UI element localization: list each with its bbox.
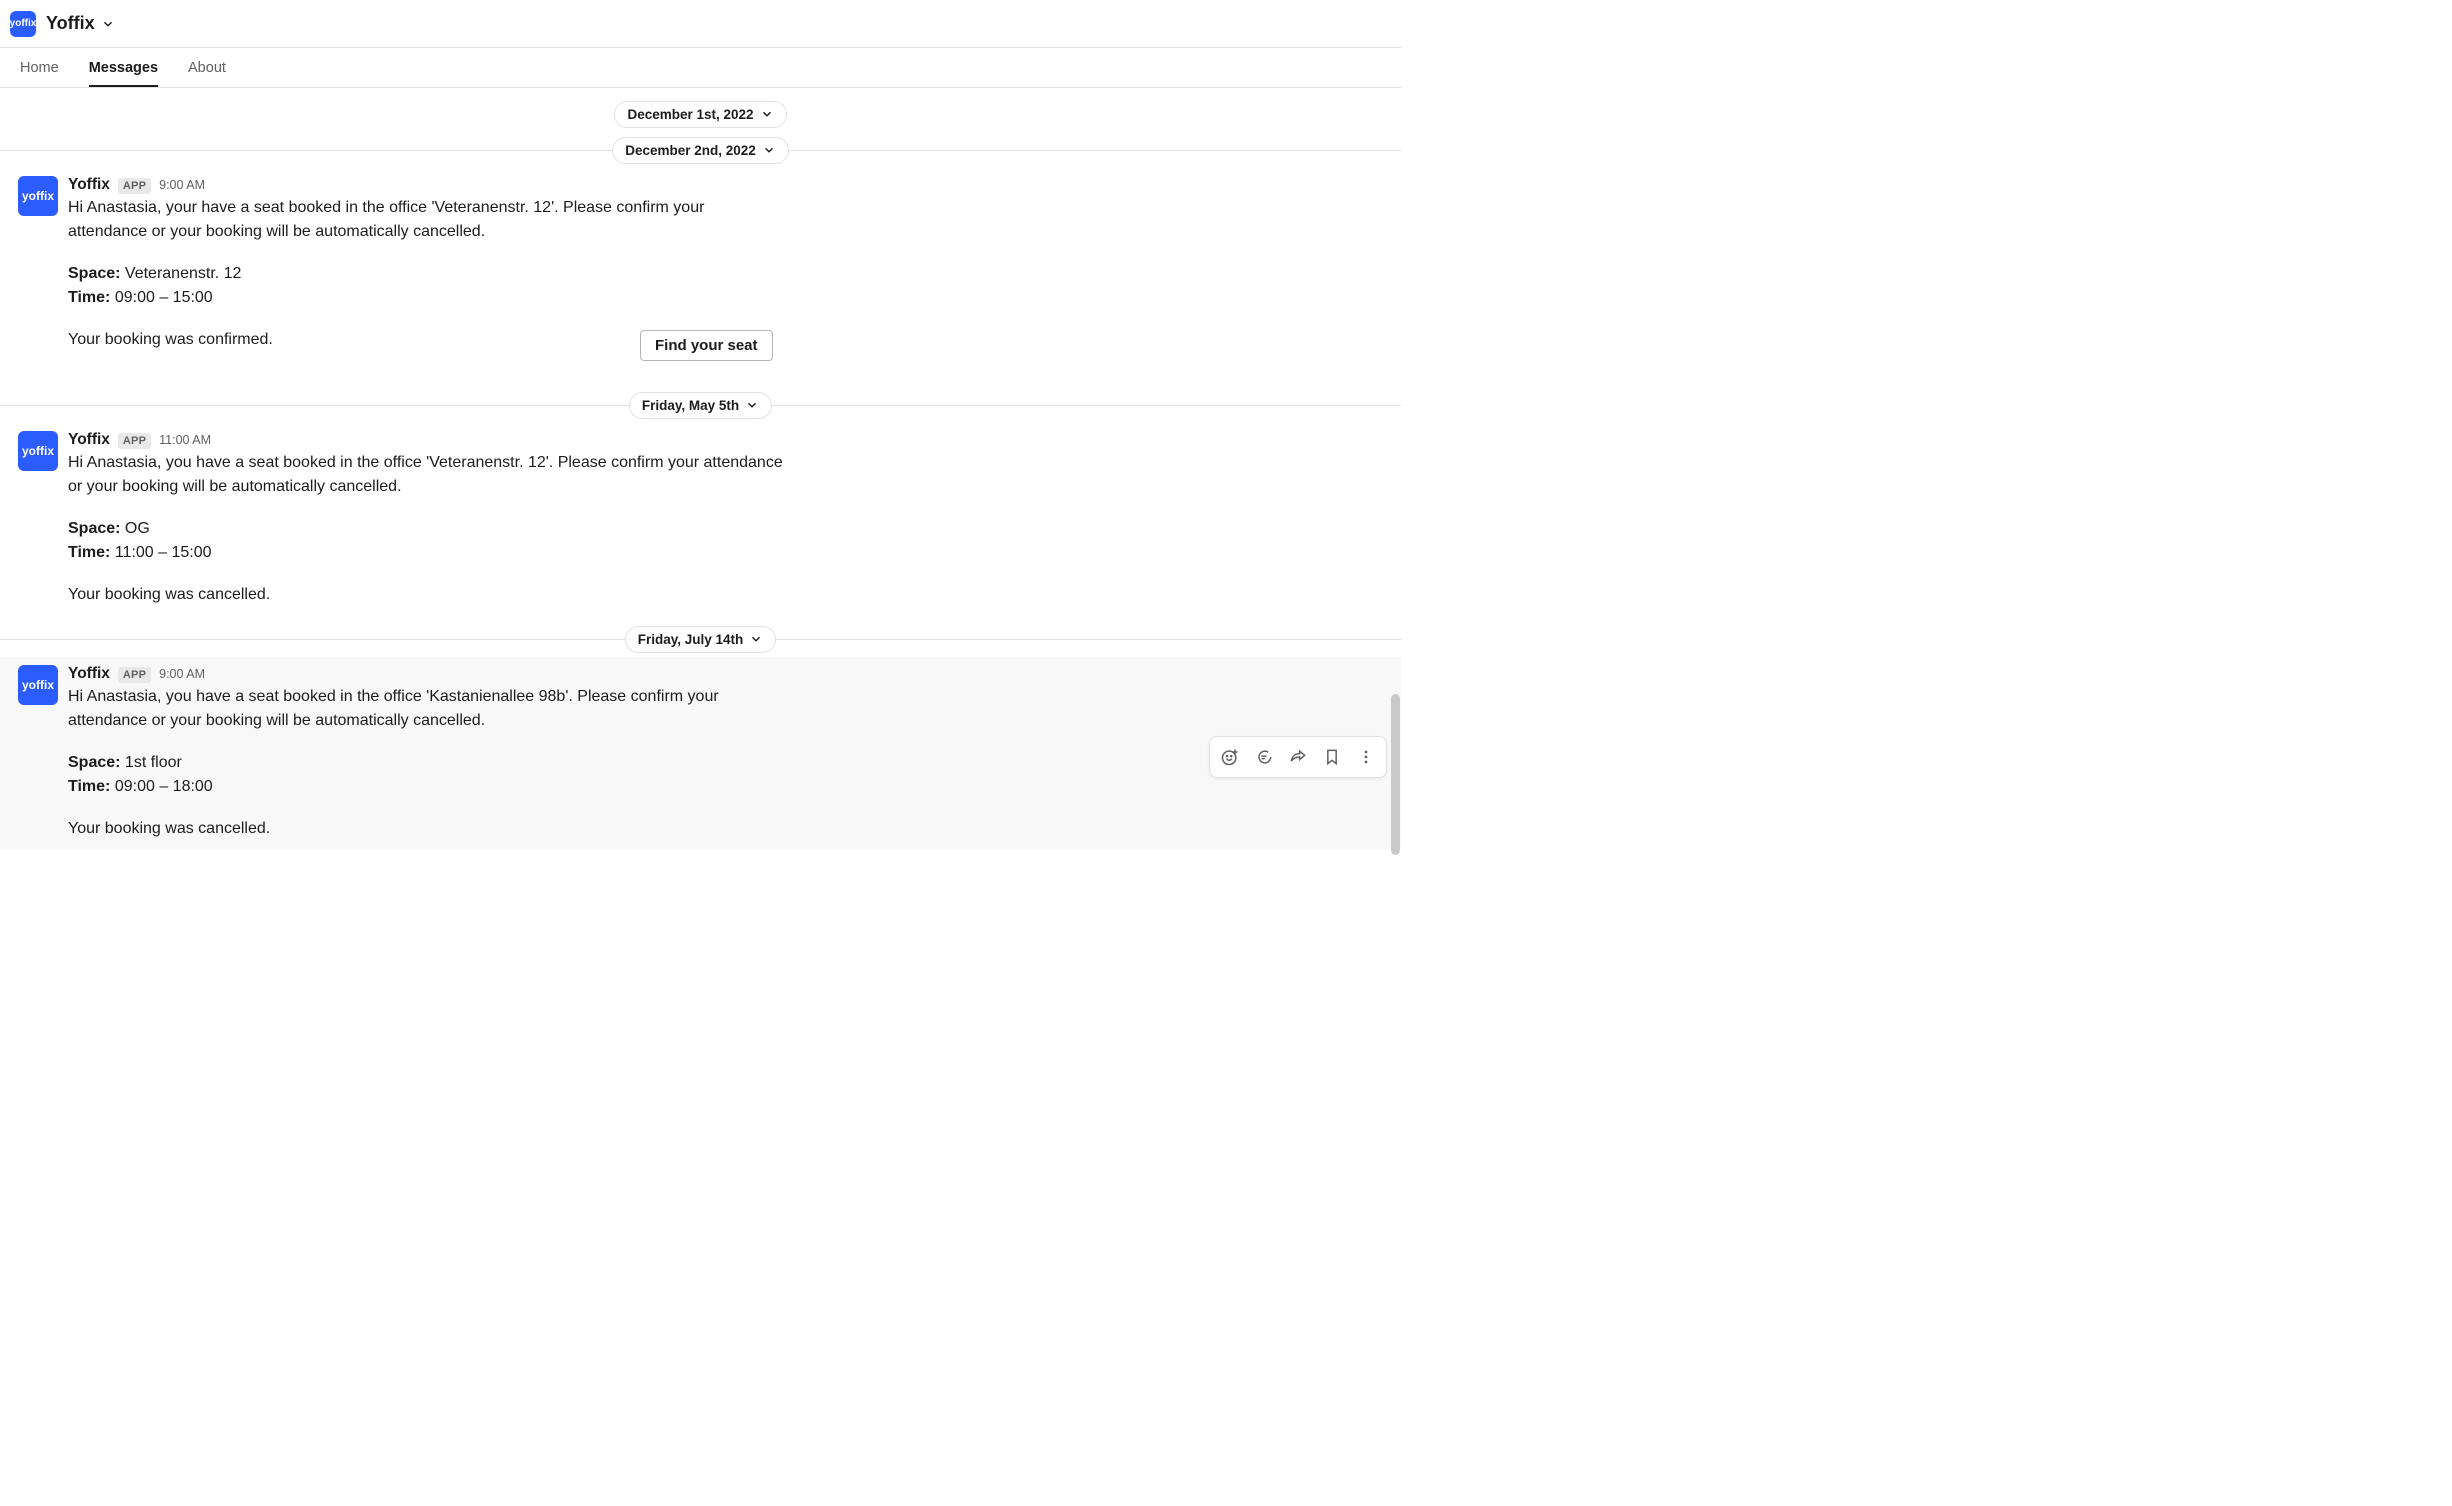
bookmark-button[interactable] (1316, 741, 1348, 773)
message-body: Yoffix APP 9:00 AM Hi Anastasia, your ha… (68, 176, 1383, 391)
find-seat-button[interactable]: Find your seat (640, 330, 773, 361)
message-body: Yoffix APP 11:00 AM Hi Anastasia, you ha… (68, 431, 1383, 607)
chevron-down-icon (745, 398, 759, 412)
more-actions-button[interactable] (1350, 741, 1382, 773)
time-label: Time: (68, 289, 110, 306)
message: yoffix Yoffix APP 9:00 AM Hi Anastasia, … (0, 168, 1401, 399)
app-badge: APP (118, 178, 151, 194)
chevron-down-icon (749, 632, 763, 646)
date-pill-label: December 1st, 2022 (627, 107, 753, 122)
message-actions (1209, 736, 1387, 778)
message-time: 9:00 AM (159, 667, 205, 681)
time-label: Time: (68, 544, 110, 561)
message-time: 11:00 AM (159, 433, 211, 447)
sender-name[interactable]: Yoffix (68, 431, 110, 449)
chevron-down-icon (762, 143, 776, 157)
avatar[interactable]: yoffix (18, 431, 58, 471)
date-divider: December 2nd, 2022 (0, 132, 1401, 168)
share-arrow-icon (1288, 747, 1308, 767)
message-status: Your booking was cancelled. (68, 817, 788, 841)
kebab-icon (1356, 747, 1376, 767)
message-greeting: Hi Anastasia, you have a seat booked in … (68, 685, 788, 733)
message: yoffix Yoffix APP 9:00 AM Hi Anastasia, … (0, 657, 1401, 849)
space-value: Veteranenstr. 12 (120, 265, 241, 282)
space-value: OG (120, 520, 149, 537)
date-pill-label: Friday, May 5th (642, 398, 739, 413)
app-title-text: Yoffix (46, 13, 95, 34)
time-value: 09:00 – 18:00 (110, 778, 212, 795)
message-status: Your booking was cancelled. (68, 583, 788, 607)
date-divider: Friday, July 14th (0, 621, 1401, 657)
date-pill[interactable]: December 2nd, 2022 (612, 137, 789, 164)
emoji-plus-icon (1220, 747, 1240, 767)
date-pill-label: December 2nd, 2022 (625, 143, 756, 158)
sender-name[interactable]: Yoffix (68, 665, 110, 683)
reply-thread-button[interactable] (1248, 741, 1280, 773)
time-label: Time: (68, 778, 110, 795)
date-pill[interactable]: Friday, July 14th (625, 626, 777, 653)
message-body: Yoffix APP 9:00 AM Hi Anastasia, you hav… (68, 665, 1383, 841)
avatar[interactable]: yoffix (18, 176, 58, 216)
prev-msg-status: Your booking was cancelled. (0, 88, 1401, 96)
app-header: yoffix Yoffix (0, 0, 1401, 48)
time-value: 09:00 – 15:00 (110, 289, 212, 306)
message: yoffix Yoffix APP 11:00 AM Hi Anastasia,… (0, 423, 1401, 615)
date-divider: Friday, May 5th (0, 387, 1401, 423)
speech-bubble-icon (1254, 747, 1274, 767)
scrollbar-thumb[interactable] (1391, 694, 1400, 855)
chevron-down-icon (760, 107, 774, 121)
space-label: Space: (68, 754, 120, 771)
tab-about[interactable]: About (188, 48, 226, 87)
bookmark-icon (1322, 747, 1342, 767)
tab-messages[interactable]: Messages (89, 48, 158, 87)
message-list: Your booking was cancelled. December 1st… (0, 88, 1401, 861)
message-greeting: Hi Anastasia, you have a seat booked in … (68, 451, 788, 499)
date-divider: December 1st, 2022 (0, 96, 1401, 132)
message-time: 9:00 AM (159, 178, 205, 192)
app-badge: APP (118, 433, 151, 449)
app-badge: APP (118, 667, 151, 683)
tab-home[interactable]: Home (20, 48, 59, 87)
share-button[interactable] (1282, 741, 1314, 773)
avatar[interactable]: yoffix (18, 665, 58, 705)
space-value: 1st floor (120, 754, 181, 771)
chevron-down-icon (101, 17, 115, 31)
date-pill[interactable]: Friday, May 5th (629, 392, 772, 419)
app-logo: yoffix (10, 11, 36, 37)
message-greeting: Hi Anastasia, your have a seat booked in… (68, 196, 788, 244)
time-value: 11:00 – 15:00 (110, 544, 211, 561)
space-label: Space: (68, 520, 120, 537)
space-label: Space: (68, 265, 120, 282)
add-reaction-button[interactable] (1214, 741, 1246, 773)
date-pill[interactable]: December 1st, 2022 (614, 101, 786, 128)
sender-name[interactable]: Yoffix (68, 176, 110, 194)
app-title[interactable]: Yoffix (46, 13, 115, 34)
date-pill-label: Friday, July 14th (638, 632, 744, 647)
tab-bar: Home Messages About (0, 48, 1401, 88)
